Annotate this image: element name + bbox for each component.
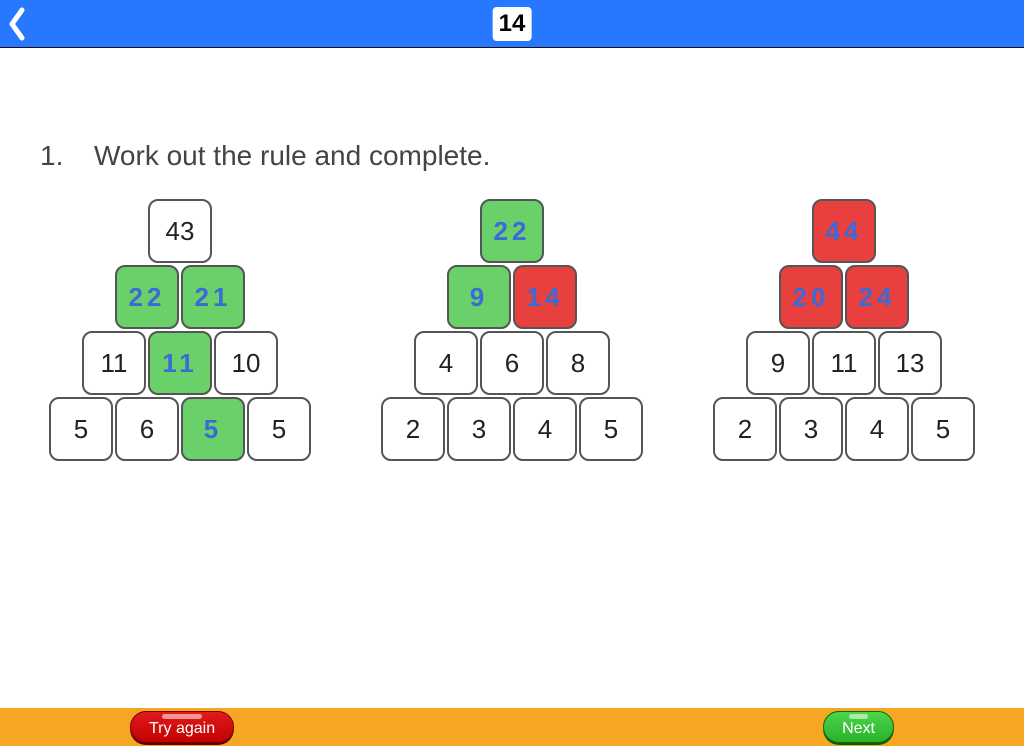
answer-cell-wrong[interactable]: 44 — [812, 199, 876, 263]
next-button[interactable]: Next — [823, 711, 894, 743]
pyramid-cell: 3 — [779, 397, 843, 461]
header: 14 — [0, 0, 1024, 48]
answer-cell-wrong[interactable]: 24 — [845, 265, 909, 329]
pyramid-row: 914 — [446, 264, 578, 330]
pyramid-row: 91113 — [745, 330, 943, 396]
answer-cell-correct[interactable]: 22 — [115, 265, 179, 329]
pyramid-cell: 4 — [845, 397, 909, 461]
pyramid-row: 2345 — [380, 396, 644, 462]
question-text: Work out the rule and complete. — [94, 140, 490, 172]
pyramid-cell: 2 — [381, 397, 445, 461]
pyramid-cell: 13 — [878, 331, 942, 395]
question-number: 1. — [40, 140, 74, 172]
pyramid-cell: 9 — [746, 331, 810, 395]
pyramid-row: 2024 — [778, 264, 910, 330]
pyramid-row: 2221 — [114, 264, 246, 330]
footer: Try again Next — [0, 708, 1024, 746]
answer-cell-correct[interactable]: 21 — [181, 265, 245, 329]
pyramid-cell: 11 — [82, 331, 146, 395]
pyramid-row: 468 — [413, 330, 611, 396]
pyramid-cell: 43 — [148, 199, 212, 263]
pyramid-row: 22 — [479, 198, 545, 264]
app: 14 1. Work out the rule and complete. 43… — [0, 0, 1024, 746]
pyramid-cell: 11 — [812, 331, 876, 395]
pyramid-cell: 4 — [414, 331, 478, 395]
pyramid-row: 44 — [811, 198, 877, 264]
answer-cell-wrong[interactable]: 14 — [513, 265, 577, 329]
pyramid-cell: 6 — [115, 397, 179, 461]
pyramid-cell: 5 — [579, 397, 643, 461]
question: 1. Work out the rule and complete. — [40, 140, 984, 172]
page-number: 14 — [493, 7, 532, 41]
pyramid-cell: 3 — [447, 397, 511, 461]
pyramid: 4322211111105655 — [48, 198, 312, 462]
pyramid-cell: 4 — [513, 397, 577, 461]
answer-cell-correct[interactable]: 11 — [148, 331, 212, 395]
try-again-button[interactable]: Try again — [130, 711, 234, 743]
next-label: Next — [842, 720, 875, 738]
pyramid-row: 5655 — [48, 396, 312, 462]
back-button[interactable] — [8, 0, 28, 48]
answer-cell-correct[interactable]: 5 — [181, 397, 245, 461]
chevron-left-icon — [8, 7, 28, 41]
pyramid: 442024911132345 — [712, 198, 976, 462]
pyramid-cell: 8 — [546, 331, 610, 395]
pyramids: 4322211111105655229144682345442024911132… — [40, 198, 984, 462]
pyramid-row: 2345 — [712, 396, 976, 462]
pyramid: 229144682345 — [380, 198, 644, 462]
answer-cell-wrong[interactable]: 20 — [779, 265, 843, 329]
pyramid-cell: 5 — [911, 397, 975, 461]
pyramid-cell: 5 — [49, 397, 113, 461]
pyramid-cell: 2 — [713, 397, 777, 461]
pyramid-cell: 5 — [247, 397, 311, 461]
answer-cell-correct[interactable]: 9 — [447, 265, 511, 329]
pyramid-cell: 10 — [214, 331, 278, 395]
pyramid-row: 43 — [147, 198, 213, 264]
pyramid-row: 111110 — [81, 330, 279, 396]
try-again-label: Try again — [149, 720, 215, 738]
answer-cell-correct[interactable]: 22 — [480, 199, 544, 263]
pyramid-cell: 6 — [480, 331, 544, 395]
content: 1. Work out the rule and complete. 43222… — [0, 48, 1024, 708]
